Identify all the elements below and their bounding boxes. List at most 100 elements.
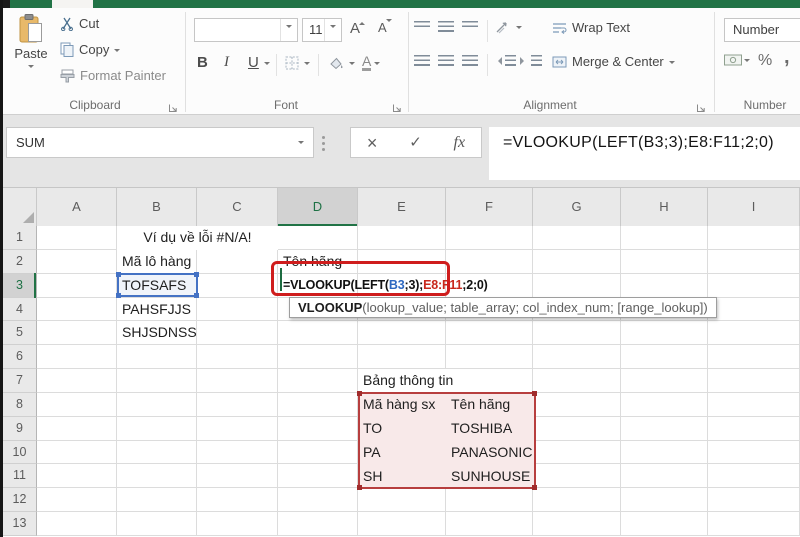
cell-D9[interactable] (278, 416, 358, 441)
cell-B12[interactable] (117, 488, 197, 513)
borders-dropdown[interactable] (304, 62, 310, 68)
cell-E5[interactable] (358, 321, 446, 346)
comma-style-button[interactable]: , (784, 47, 790, 67)
cell-A10[interactable] (37, 440, 117, 465)
cell-B6[interactable] (117, 345, 197, 370)
cell-B13[interactable] (117, 512, 197, 536)
orientation-dropdown[interactable] (516, 26, 522, 32)
formula-input[interactable]: =VLOOKUP(LEFT(B3;3);E8:F11;2;0) (489, 127, 800, 180)
paste-button[interactable]: Paste (8, 14, 54, 94)
cut-button[interactable]: Cut (60, 16, 99, 31)
accounting-format-button[interactable] (724, 54, 750, 66)
cell-C1[interactable] (197, 226, 278, 250)
range-handle[interactable] (357, 391, 362, 396)
cell-F6[interactable] (446, 345, 533, 370)
cell-C13[interactable] (197, 512, 278, 536)
cell-E1[interactable] (358, 226, 446, 250)
cell-A7[interactable] (37, 369, 117, 393)
copy-dropdown-arrow[interactable] (114, 48, 121, 55)
cell-G11[interactable] (533, 464, 621, 489)
cell-E7[interactable] (358, 369, 446, 393)
accounting-dropdown[interactable] (744, 59, 750, 65)
column-header-H[interactable]: H (621, 188, 708, 226)
cell-H3[interactable] (621, 273, 708, 298)
selection-handle[interactable] (116, 293, 121, 298)
row-header-3[interactable]: 3 (3, 272, 37, 298)
row-header-8[interactable]: 8 (3, 392, 37, 417)
shrink-font-button[interactable]: A (378, 18, 394, 35)
cell-C6[interactable] (197, 345, 278, 370)
cell-A2[interactable] (37, 249, 117, 274)
enter-button[interactable]: ✓ (409, 135, 422, 150)
cell-H1[interactable] (621, 226, 708, 250)
cell-G9[interactable] (533, 416, 621, 441)
paste-dropdown-arrow[interactable] (28, 65, 34, 71)
cell-H6[interactable] (621, 345, 708, 370)
cell-G7[interactable] (533, 369, 621, 393)
middle-align-button[interactable] (438, 21, 454, 32)
cell-B10[interactable] (117, 440, 197, 465)
cell-G2[interactable] (533, 249, 621, 274)
cell-A8[interactable] (37, 392, 117, 417)
cell-C5[interactable] (197, 321, 278, 346)
cell-B4[interactable] (117, 297, 197, 322)
cell-C11[interactable] (197, 464, 278, 489)
fill-color-button[interactable] (328, 56, 355, 70)
cell-D7[interactable] (278, 369, 358, 393)
row-header-4[interactable]: 4 (3, 297, 37, 322)
cell-A5[interactable] (37, 321, 117, 346)
clipboard-dialog-launcher[interactable] (168, 100, 178, 112)
cell-F5[interactable] (446, 321, 533, 346)
top-align-button[interactable] (414, 21, 430, 29)
decrease-indent-button[interactable] (494, 55, 516, 66)
cell-H11[interactable] (621, 464, 708, 489)
cell-G13[interactable] (533, 512, 621, 536)
select-all-button[interactable] (3, 188, 37, 226)
range-handle[interactable] (532, 391, 537, 396)
font-size-dropdown[interactable] (324, 19, 341, 41)
format-painter-button[interactable]: Format Painter (60, 68, 166, 83)
cell-I1[interactable] (708, 226, 800, 250)
cell-G5[interactable] (533, 321, 621, 346)
cell-I5[interactable] (708, 321, 800, 346)
cell-B8[interactable] (117, 392, 197, 417)
cell-D12[interactable] (278, 488, 358, 513)
row-header-2[interactable]: 2 (3, 249, 37, 274)
cell-I4[interactable] (708, 297, 800, 322)
center-button[interactable] (438, 55, 454, 66)
percent-style-button[interactable]: % (758, 52, 772, 70)
font-name-dropdown[interactable] (280, 19, 297, 41)
cell-A13[interactable] (37, 512, 117, 536)
formula-bar-resize-dots[interactable] (322, 136, 325, 154)
cell-C9[interactable] (197, 416, 278, 441)
cell-I13[interactable] (708, 512, 800, 536)
cell-E6[interactable] (358, 345, 446, 370)
cell-G3[interactable] (533, 273, 621, 298)
cell-D5[interactable] (278, 321, 358, 346)
cell-I3[interactable] (708, 273, 800, 298)
cell-I11[interactable] (708, 464, 800, 489)
italic-button[interactable]: I (224, 54, 229, 71)
cell-H2[interactable] (621, 249, 708, 274)
merge-center-dropdown[interactable] (668, 60, 675, 67)
underline-dropdown[interactable] (263, 61, 270, 68)
grow-font-button[interactable]: A (350, 20, 367, 37)
cancel-button[interactable]: × (367, 134, 378, 152)
row-header-12[interactable]: 12 (3, 488, 37, 513)
underline-button[interactable]: U (248, 54, 270, 71)
cell-I6[interactable] (708, 345, 800, 370)
cell-G12[interactable] (533, 488, 621, 513)
selection-handle[interactable] (116, 272, 121, 277)
cell-I2[interactable] (708, 249, 800, 274)
column-header-A[interactable]: A (37, 188, 117, 226)
row-header-5[interactable]: 5 (3, 321, 37, 346)
cell-A3[interactable] (37, 273, 117, 298)
cell-C12[interactable] (197, 488, 278, 513)
copy-button[interactable]: Copy (60, 42, 121, 57)
cell-F7[interactable] (446, 369, 533, 393)
column-header-B[interactable]: B (117, 188, 197, 226)
cell-I9[interactable] (708, 416, 800, 441)
range-handle[interactable] (532, 485, 537, 490)
bottom-align-button[interactable] (462, 21, 478, 29)
cell-C8[interactable] (197, 392, 278, 417)
